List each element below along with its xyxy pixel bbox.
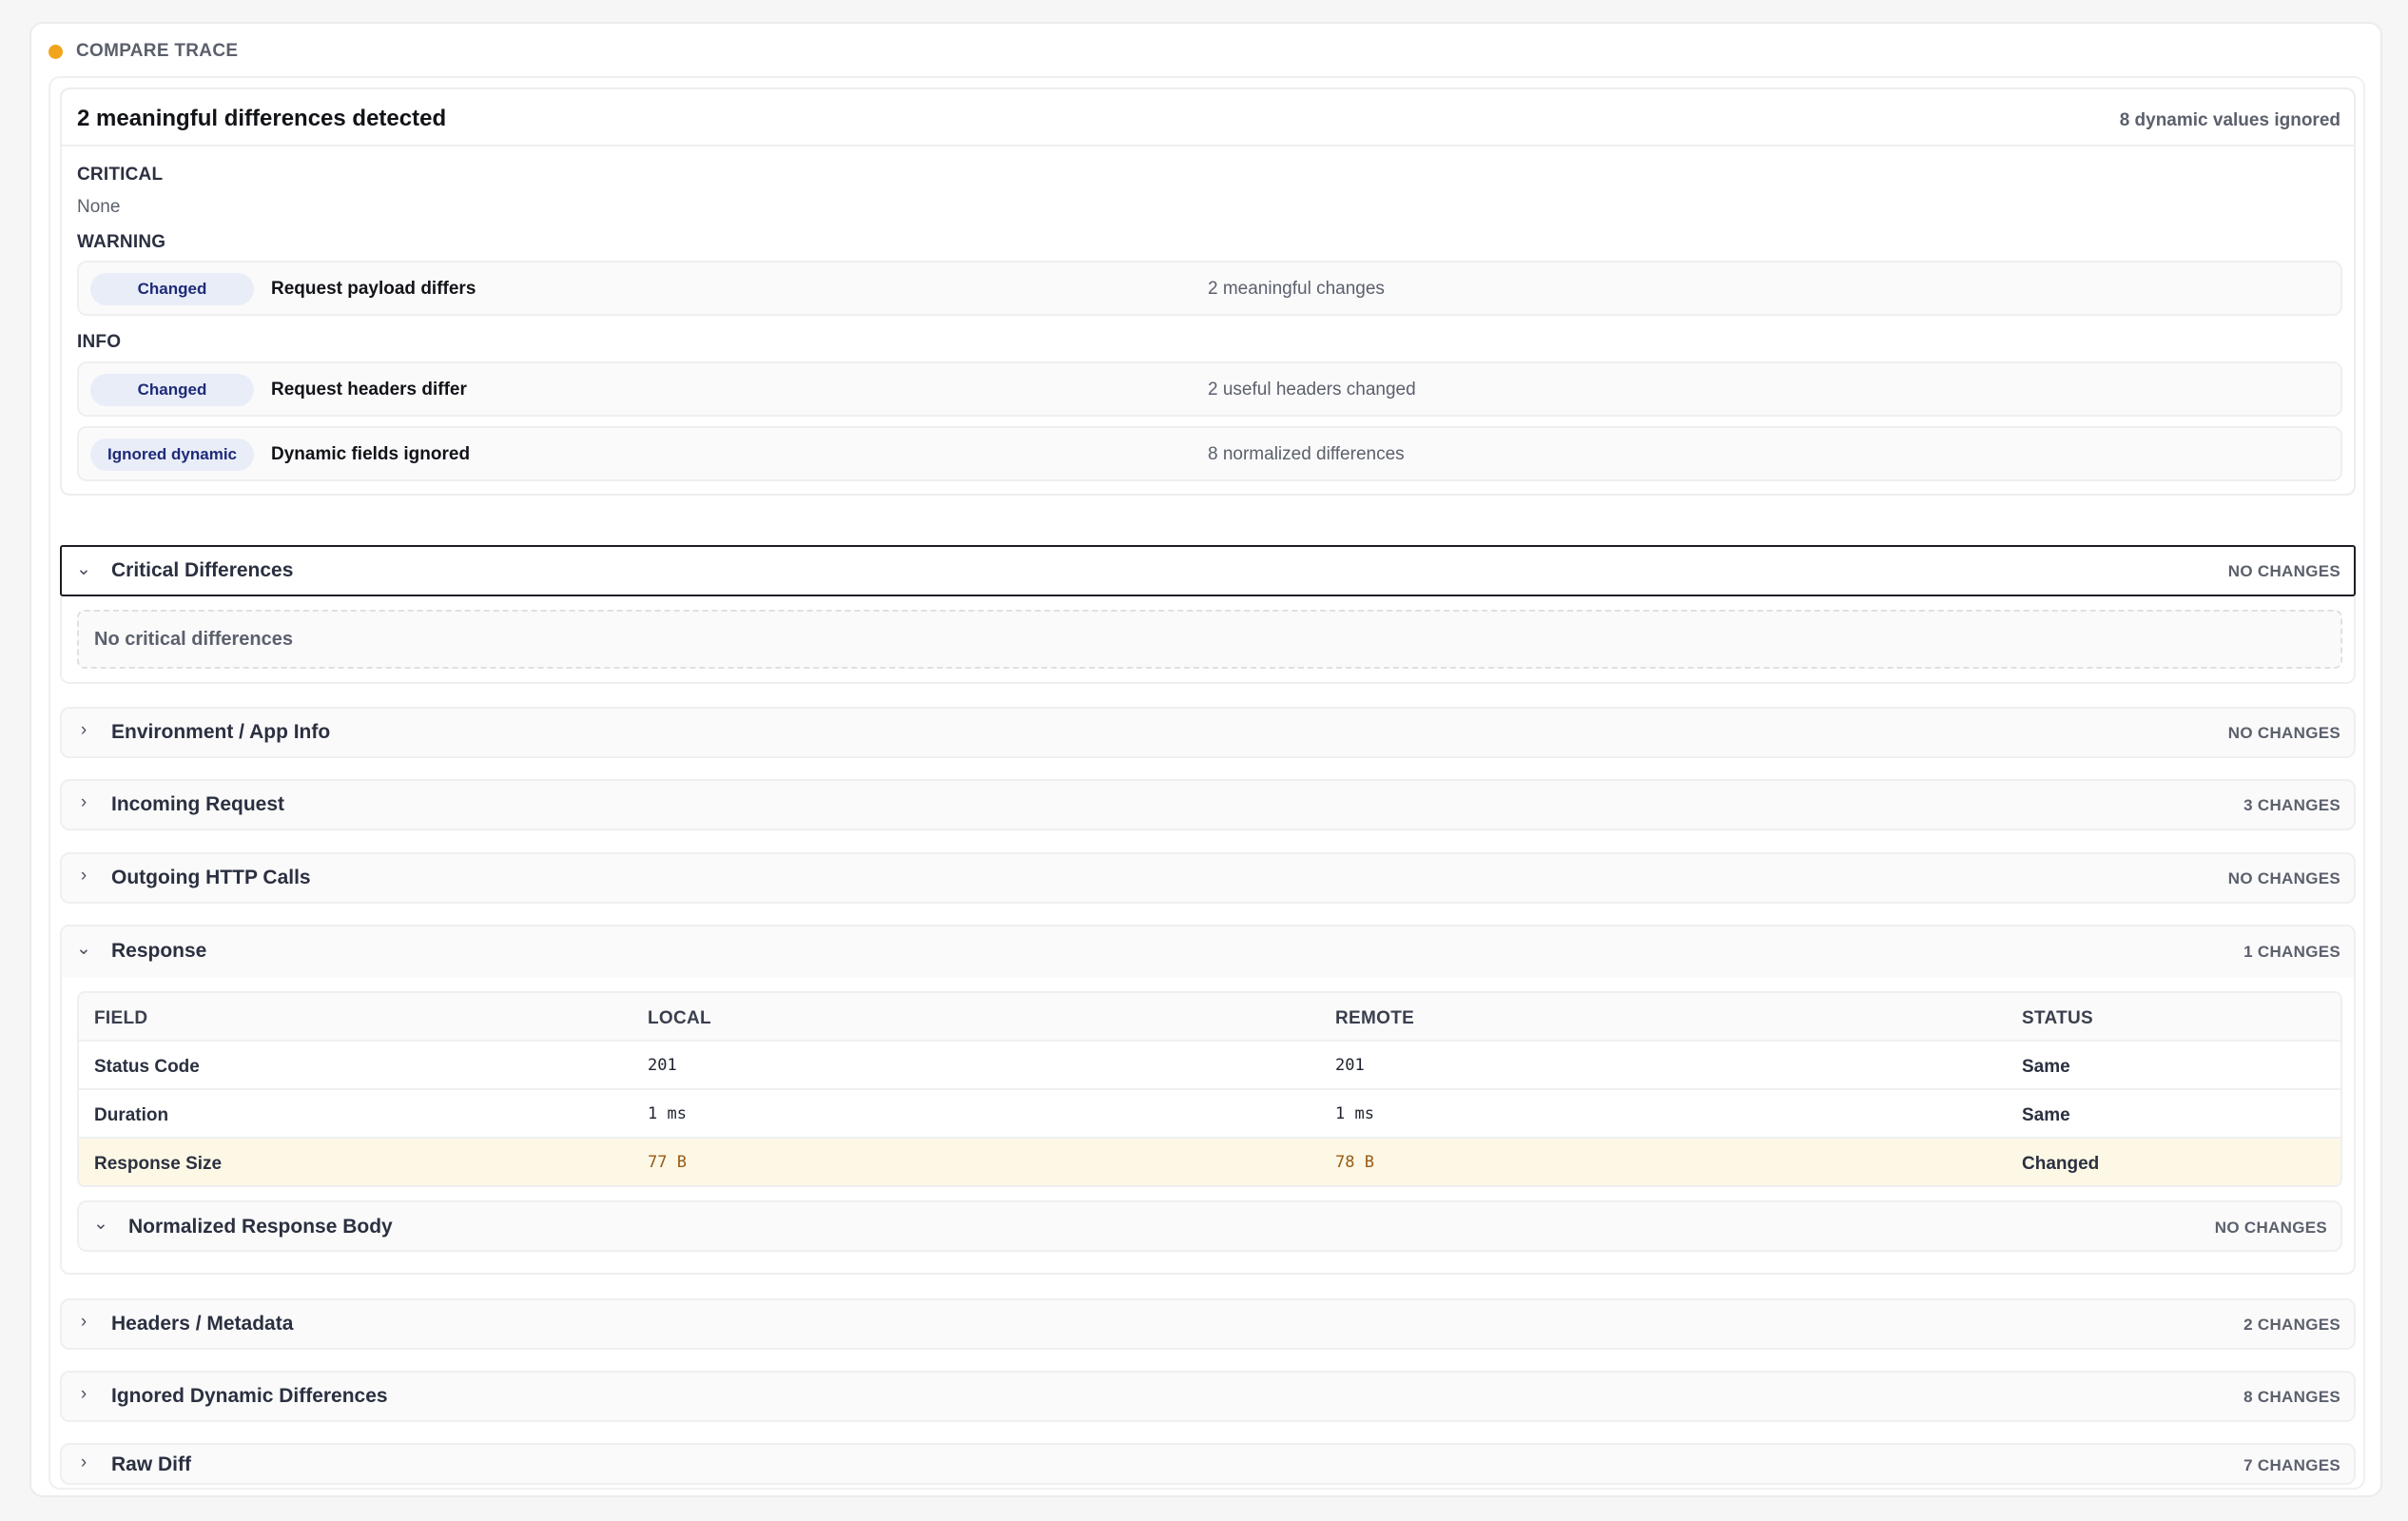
chevron-right-icon: › bbox=[80, 720, 87, 740]
panel-header: COMPARE TRACE bbox=[49, 40, 238, 63]
changed-badge: Changed bbox=[90, 273, 254, 305]
column-header: STATUS bbox=[2022, 1008, 2093, 1028]
differences-summary: 2 meaningful differences detected 8 dyna… bbox=[60, 88, 2356, 496]
item-description: 8 normalized differences bbox=[1208, 444, 1405, 464]
chevron-down-icon: ⌄ bbox=[93, 1214, 108, 1234]
change-count: NO CHANGES bbox=[2227, 869, 2340, 887]
changed-badge: Changed bbox=[90, 374, 254, 406]
chevron-right-icon: › bbox=[80, 866, 87, 886]
table-row: Duration 1 ms 1 ms Same bbox=[79, 1090, 2340, 1139]
field-name: Duration bbox=[94, 1105, 169, 1125]
response-table: FIELD LOCAL REMOTE STATUS Status Code 20… bbox=[77, 991, 2342, 1187]
section-title: Outgoing HTTP Calls bbox=[111, 867, 311, 888]
local-value: 1 ms bbox=[648, 1104, 687, 1123]
summary-header: 2 meaningful differences detected 8 dyna… bbox=[62, 89, 2354, 146]
item-title: Dynamic fields ignored bbox=[271, 444, 471, 464]
section-incoming-request[interactable]: › Incoming Request 3 CHANGES bbox=[60, 779, 2356, 830]
local-value: 77 B bbox=[648, 1153, 687, 1172]
table-header-row: FIELD LOCAL REMOTE STATUS bbox=[79, 993, 2340, 1042]
response-header[interactable]: ⌄ Response 1 CHANGES bbox=[62, 926, 2354, 978]
change-count: NO CHANGES bbox=[2227, 724, 2340, 742]
item-title: Request headers differ bbox=[271, 380, 467, 400]
change-count: 2 CHANGES bbox=[2243, 1316, 2340, 1334]
ignored-dynamic-badge: Ignored dynamic bbox=[90, 439, 254, 471]
status-value: Same bbox=[2022, 1057, 2070, 1077]
section-response: ⌄ Response 1 CHANGES FIELD LOCAL REMOTE … bbox=[60, 925, 2356, 1275]
section-ignored-dynamic-differences[interactable]: › Ignored Dynamic Differences 8 CHANGES bbox=[60, 1371, 2356, 1422]
status-value: Same bbox=[2022, 1105, 2070, 1125]
section-headers-metadata[interactable]: › Headers / Metadata 2 CHANGES bbox=[60, 1298, 2356, 1350]
section-title: Raw Diff bbox=[111, 1453, 191, 1475]
severity-critical-label: CRITICAL bbox=[77, 165, 164, 185]
change-count: NO CHANGES bbox=[2227, 562, 2340, 580]
section-environment-app-info[interactable]: › Environment / App Info NO CHANGES bbox=[60, 707, 2356, 758]
remote-value: 201 bbox=[1335, 1056, 1365, 1075]
section-outgoing-http-calls[interactable]: › Outgoing HTTP Calls NO CHANGES bbox=[60, 852, 2356, 904]
remote-value: 78 B bbox=[1335, 1153, 1374, 1172]
chevron-right-icon: › bbox=[80, 1312, 87, 1332]
item-description: 2 meaningful changes bbox=[1208, 279, 1385, 299]
section-title: Headers / Metadata bbox=[111, 1313, 294, 1335]
change-count: NO CHANGES bbox=[2214, 1219, 2327, 1237]
severity-info-label: INFO bbox=[77, 332, 122, 352]
section-title: Environment / App Info bbox=[111, 721, 331, 743]
chevron-down-icon: ⌄ bbox=[76, 939, 91, 959]
empty-state: No critical differences bbox=[77, 610, 2342, 669]
section-title: Critical Differences bbox=[111, 559, 294, 581]
compare-content: 2 meaningful differences detected 8 dyna… bbox=[49, 76, 2365, 1490]
local-value: 201 bbox=[648, 1056, 677, 1075]
section-normalized-response-body[interactable]: ⌄ Normalized Response Body NO CHANGES bbox=[77, 1200, 2342, 1252]
table-row: Status Code 201 201 Same bbox=[79, 1042, 2340, 1090]
status-dot-icon bbox=[49, 44, 63, 59]
column-header: LOCAL bbox=[648, 1008, 711, 1028]
field-name: Response Size bbox=[94, 1154, 223, 1174]
critical-differences-body: No critical differences bbox=[60, 596, 2356, 684]
change-count: 3 CHANGES bbox=[2243, 796, 2340, 814]
column-header: FIELD bbox=[94, 1008, 148, 1028]
section-title: Ignored Dynamic Differences bbox=[111, 1385, 388, 1407]
compare-trace-panel: COMPARE TRACE 2 meaningful differences d… bbox=[29, 22, 2382, 1497]
chevron-right-icon: › bbox=[80, 1453, 87, 1472]
chevron-right-icon: › bbox=[80, 1384, 87, 1404]
critical-none-text: None bbox=[77, 197, 121, 217]
field-name: Status Code bbox=[94, 1057, 200, 1077]
item-title: Request payload differs bbox=[271, 279, 476, 299]
summary-title: 2 meaningful differences detected bbox=[77, 106, 447, 131]
change-count: 8 CHANGES bbox=[2243, 1388, 2340, 1406]
change-count: 7 CHANGES bbox=[2243, 1456, 2340, 1474]
remote-value: 1 ms bbox=[1335, 1104, 1374, 1123]
panel-title: COMPARE TRACE bbox=[76, 41, 239, 61]
chevron-down-icon: ⌄ bbox=[76, 559, 91, 579]
chevron-right-icon: › bbox=[80, 792, 87, 812]
change-count: 1 CHANGES bbox=[2243, 943, 2340, 961]
section-critical-differences[interactable]: ⌄ Critical Differences NO CHANGES bbox=[60, 545, 2356, 596]
item-description: 2 useful headers changed bbox=[1208, 380, 1416, 400]
section-raw-diff[interactable]: › Raw Diff 7 CHANGES bbox=[60, 1443, 2356, 1485]
section-title: Incoming Request bbox=[111, 793, 285, 815]
severity-warning-label: WARNING bbox=[77, 232, 166, 252]
section-title: Response bbox=[111, 940, 207, 962]
column-header: REMOTE bbox=[1335, 1008, 1415, 1028]
section-title: Normalized Response Body bbox=[128, 1216, 393, 1238]
warning-item[interactable]: Changed Request payload differs 2 meanin… bbox=[77, 261, 2342, 316]
info-item[interactable]: Changed Request headers differ 2 useful … bbox=[77, 361, 2342, 417]
ignored-values-note: 8 dynamic values ignored bbox=[2119, 110, 2340, 130]
status-value: Changed bbox=[2022, 1154, 2100, 1174]
table-row-changed: Response Size 77 B 78 B Changed bbox=[79, 1139, 2340, 1185]
info-item[interactable]: Ignored dynamic Dynamic fields ignored 8… bbox=[77, 426, 2342, 481]
